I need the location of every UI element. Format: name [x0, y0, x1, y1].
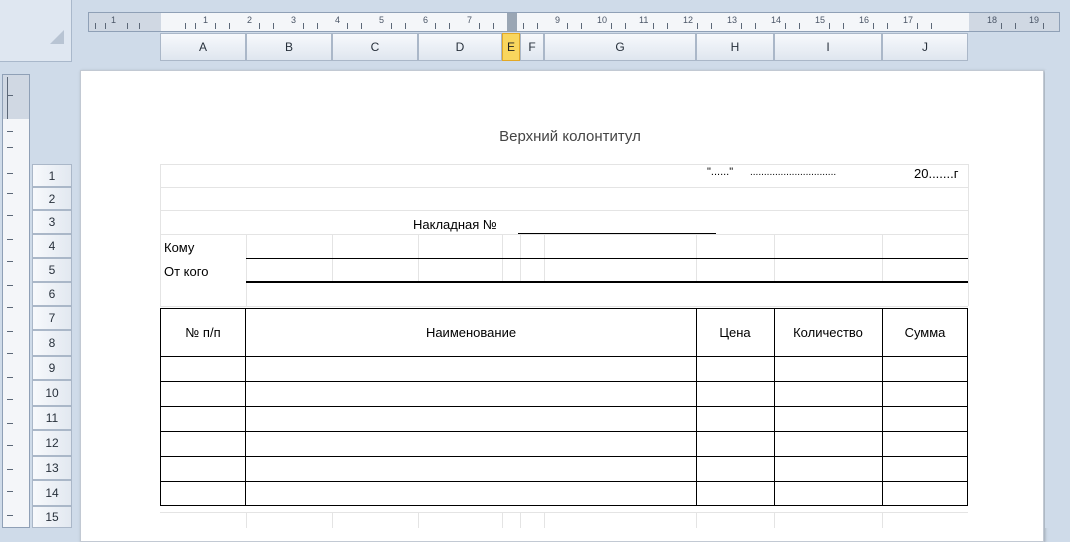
vertical-ruler[interactable] — [2, 74, 30, 528]
column-header-f[interactable]: F — [520, 33, 544, 61]
invoice-number-underline — [518, 233, 716, 234]
ruler-number: 6 — [423, 15, 429, 25]
page-gap — [1045, 70, 1070, 528]
page-header-text[interactable]: Верхний колонтитул — [460, 128, 680, 145]
column-header-c[interactable]: C — [332, 33, 418, 61]
select-all-triangle-icon — [50, 30, 64, 44]
column-header-i[interactable]: I — [774, 33, 882, 61]
row-header-8[interactable]: 8 — [32, 330, 72, 356]
ruler-number: 5 — [379, 15, 385, 25]
horizontal-ruler[interactable]: 1 1 2 3 4 5 6 7 8 9 10 11 12 13 14 15 16… — [88, 12, 1060, 32]
date-quote: "......" — [707, 166, 734, 178]
ruler-number: 18 — [987, 15, 998, 25]
row-header-3[interactable]: 3 — [32, 210, 72, 234]
ruler-number: 16 — [859, 15, 870, 25]
row-header-14[interactable]: 14 — [32, 480, 72, 506]
row-header-4[interactable]: 4 — [32, 234, 72, 258]
row-header-5[interactable]: 5 — [32, 258, 72, 282]
table-header-name: Наименование — [425, 325, 517, 340]
date-dots: ............................... — [750, 167, 837, 178]
ruler-number: 12 — [683, 15, 694, 25]
row-header-13[interactable]: 13 — [32, 456, 72, 480]
ruler-number: 10 — [597, 15, 608, 25]
row-header-1[interactable]: 1 — [32, 164, 72, 187]
row-header-9[interactable]: 9 — [32, 356, 72, 380]
table-header-price: Цена — [719, 325, 751, 340]
row-header-15[interactable]: 15 — [32, 506, 72, 528]
row-header-12[interactable]: 12 — [32, 430, 72, 456]
from-underline — [246, 281, 968, 283]
to-label: Кому — [164, 240, 195, 255]
column-header-b[interactable]: B — [246, 33, 332, 61]
ruler-number: 4 — [335, 15, 341, 25]
row-header-2[interactable]: 2 — [32, 187, 72, 210]
column-header-e[interactable]: E — [502, 33, 520, 61]
ruler-number: 15 — [815, 15, 826, 25]
column-header-g[interactable]: G — [544, 33, 696, 61]
date-year: 20.......г — [914, 166, 959, 181]
column-header-d[interactable]: D — [418, 33, 502, 61]
column-header-h[interactable]: H — [696, 33, 774, 61]
row-header-11[interactable]: 11 — [32, 406, 72, 430]
ruler-number: 17 — [903, 15, 914, 25]
invoice-label: Накладная № — [413, 217, 497, 232]
ruler-number: 3 — [291, 15, 297, 25]
row-header-6[interactable]: 6 — [32, 282, 72, 306]
ruler-number: 11 — [639, 15, 649, 25]
table-header-quantity: Количество — [793, 325, 863, 340]
ruler-number: 14 — [771, 15, 782, 25]
ruler-number: 1 — [111, 15, 117, 25]
ruler-number: 19 — [1029, 15, 1040, 25]
ruler-left-margin — [89, 13, 161, 31]
table-header-number: № п/п — [185, 325, 221, 340]
row-header-7[interactable]: 7 — [32, 306, 72, 330]
column-header-j[interactable]: J — [882, 33, 968, 61]
to-underline — [246, 258, 968, 259]
ruler-number: 2 — [247, 15, 253, 25]
ruler-number: 13 — [727, 15, 738, 25]
ruler-indent-marker[interactable] — [507, 13, 517, 31]
ruler-number: 9 — [555, 15, 561, 25]
ruler-number: 7 — [467, 15, 473, 25]
column-header-a[interactable]: A — [160, 33, 246, 61]
ruler-number: 1 — [203, 15, 209, 25]
from-label: От кого — [164, 264, 209, 279]
table-header-sum: Сумма — [904, 325, 946, 340]
row-header-10[interactable]: 10 — [32, 380, 72, 406]
